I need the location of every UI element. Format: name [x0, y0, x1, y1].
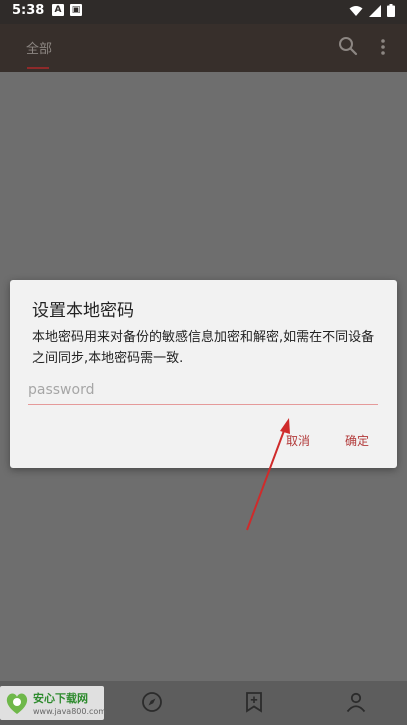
- watermark-url: www.java800.com: [33, 707, 107, 716]
- wifi-icon: [349, 5, 363, 16]
- app-bar: 全部: [0, 24, 407, 72]
- dialog-title: 设置本地密码: [32, 301, 134, 321]
- person-icon[interactable]: [345, 691, 367, 713]
- dialog-message: 本地密码用来对备份的敏感信息加密和解密,如需在不同设备之间同步,本地密码需一致.: [32, 330, 375, 366]
- status-bar: 5:38 A ▣: [0, 0, 407, 24]
- ok-button[interactable]: 确定: [345, 432, 369, 449]
- watermark-logo-icon: [6, 693, 28, 714]
- cancel-button[interactable]: 取消: [286, 432, 310, 449]
- search-icon[interactable]: [338, 36, 358, 56]
- status-time: 5:38: [12, 3, 45, 18]
- notification-image-icon: ▣: [70, 4, 82, 16]
- more-vert-icon[interactable]: [380, 38, 386, 56]
- compass-icon[interactable]: [141, 691, 163, 713]
- signal-icon: [369, 4, 381, 17]
- notification-a-icon: A: [52, 4, 64, 16]
- watermark: 安心下载网 www.java800.com: [0, 686, 107, 720]
- set-local-password-dialog: 设置本地密码 本地密码用来对备份的敏感信息加密和解密,如需在不同设备之间同步,本…: [10, 280, 397, 468]
- bookmark-add-icon[interactable]: [244, 691, 264, 713]
- watermark-title: 安心下载网: [33, 692, 88, 705]
- tab-indicator: [27, 67, 49, 69]
- password-input[interactable]: [28, 378, 378, 405]
- battery-icon: [387, 4, 395, 17]
- tab-all[interactable]: 全部: [26, 38, 52, 57]
